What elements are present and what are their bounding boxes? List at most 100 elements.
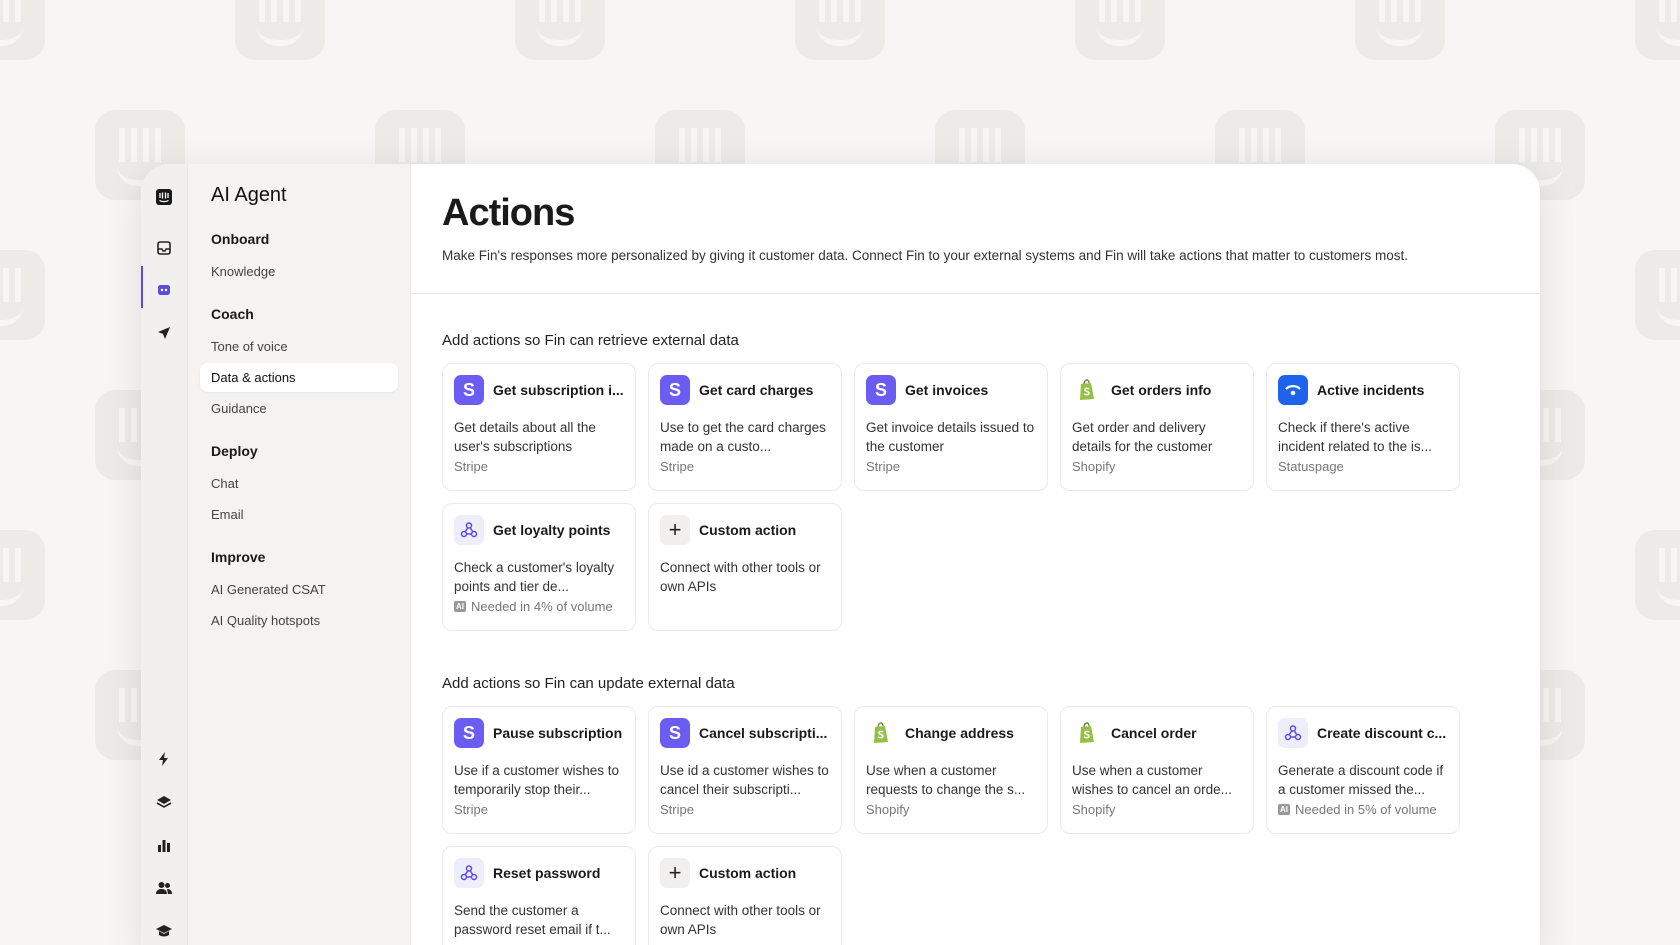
background-logo-tile — [1075, 0, 1165, 60]
background-logo-tile — [0, 0, 45, 60]
contacts-icon[interactable] — [151, 875, 177, 901]
action-card-header: S Get invoices — [866, 375, 1036, 405]
action-description: Use if a customer wishes to temporarily … — [454, 763, 620, 797]
outbound-send-icon[interactable] — [151, 320, 177, 346]
action-card[interactable]: S Cancel subscripti... Use id a customer w… — [648, 706, 842, 834]
action-description: Use when a customer requests to change t… — [866, 763, 1026, 797]
shopify-icon — [1072, 718, 1102, 748]
plus-icon: + — [660, 858, 690, 888]
action-source: AI Needed in 4% of volume — [454, 599, 624, 614]
action-description: Use to get the card charges made on a cu… — [660, 420, 826, 454]
webhook-icon — [1278, 718, 1308, 748]
action-card-header: Cancel order — [1072, 718, 1242, 748]
action-card-header: Change address — [866, 718, 1036, 748]
action-card[interactable]: Create discount c... Generate a discount … — [1266, 706, 1460, 834]
nav-item-ai-quality-hotspots[interactable]: AI Quality hotspots — [200, 606, 398, 635]
action-name: Get invoices — [905, 382, 989, 398]
action-description: Use when a customer wishes to cancel an … — [1072, 763, 1232, 797]
nav-section-heading[interactable]: Improve — [200, 545, 398, 569]
action-description: Get invoice details issued to the custom… — [866, 420, 1035, 454]
action-card-header: + Custom action — [660, 858, 830, 888]
action-name: Custom action — [699, 522, 797, 538]
app-title: AI Agent — [211, 184, 287, 206]
action-card[interactable]: Cancel order Use when a customer wishes t… — [1060, 706, 1254, 834]
stripe-icon: S — [454, 718, 484, 748]
action-card-header: S Pause subscription — [454, 718, 624, 748]
reports-chart-icon[interactable] — [151, 832, 177, 858]
nav-section-heading[interactable]: Coach — [200, 302, 398, 326]
nav-item-ai-generated-csat[interactable]: AI Generated CSAT — [200, 575, 398, 604]
action-card[interactable]: S Get card charges Use to get the card cha… — [648, 363, 842, 491]
action-card[interactable]: S Pause subscription Use if a customer wis… — [442, 706, 636, 834]
action-card[interactable]: S Get invoices Get invoice details issued … — [854, 363, 1048, 491]
action-description: Connect with other tools or own APIs — [660, 560, 821, 594]
action-name: Reset password — [493, 865, 601, 881]
action-source: Stripe — [454, 459, 624, 474]
action-card[interactable]: Get orders info Get order and delivery de… — [1060, 363, 1254, 491]
action-source-label: Shopify — [1072, 802, 1116, 817]
action-card[interactable]: + Custom action Connect with other tools o… — [648, 846, 842, 945]
action-source-label: Stripe — [660, 802, 694, 817]
nav-section-improve: Improve AI Generated CSAT AI Quality hotsp… — [200, 545, 398, 635]
nav-item-knowledge[interactable]: Knowledge — [200, 257, 398, 286]
webhook-icon — [454, 515, 484, 545]
stripe-icon: S — [454, 375, 484, 405]
nav-item-data-actions[interactable]: Data & actions — [200, 363, 398, 392]
action-card[interactable]: S Get subscription i... Get details about … — [442, 363, 636, 491]
nav-section-heading[interactable]: Onboard — [200, 227, 398, 251]
app-window: AI Agent Onboard Knowledge Coach Tone of vo… — [141, 164, 1540, 945]
action-name: Get orders info — [1111, 382, 1212, 398]
inbox-icon[interactable] — [151, 235, 177, 261]
action-card[interactable]: + Custom action Connect with other tools o… — [648, 503, 842, 631]
stripe-icon: S — [660, 718, 690, 748]
page-description: Make Fin's responses more personalized b… — [442, 248, 1408, 263]
lightning-icon[interactable] — [151, 746, 177, 772]
action-name: Change address — [905, 725, 1014, 741]
action-card[interactable]: Active incidents Check if there's active … — [1266, 363, 1460, 491]
plus-icon: + — [660, 515, 690, 545]
action-description: Check if there's active incident related… — [1278, 420, 1432, 454]
section-title: Add actions so Fin can retrieve external… — [442, 332, 739, 349]
background-logo-tile — [1635, 0, 1680, 60]
nav-item-guidance[interactable]: Guidance — [200, 394, 398, 423]
update-actions-grid: S Pause subscription Use if a customer wis… — [442, 706, 1509, 945]
action-card[interactable]: Change address Use when a customer reques… — [854, 706, 1048, 834]
action-card-header: Get orders info — [1072, 375, 1242, 405]
background-logo-tile — [515, 0, 605, 60]
action-source: Statuspage — [1278, 459, 1448, 474]
action-source: Stripe — [660, 459, 830, 474]
action-card-header: Reset password — [454, 858, 624, 888]
action-card-header: S Cancel subscripti... — [660, 718, 830, 748]
action-source: Shopify — [1072, 802, 1242, 817]
icon-rail — [141, 164, 188, 945]
action-card[interactable]: Reset password Send the customer a passwo… — [442, 846, 636, 945]
intercom-logo-icon[interactable] — [151, 184, 177, 210]
action-source-label: Needed in 5% of volume — [1295, 802, 1437, 817]
action-source: Stripe — [660, 802, 830, 817]
action-description: Generate a discount code if a customer m… — [1278, 763, 1444, 797]
nav-item-chat[interactable]: Chat — [200, 469, 398, 498]
action-source-label: Shopify — [1072, 459, 1116, 474]
action-description: Send the customer a password reset email… — [454, 903, 611, 937]
nav-section-deploy: Deploy Chat Email — [200, 439, 398, 529]
nav-section-onboard: Onboard Knowledge — [200, 227, 398, 286]
ai-agent-icon[interactable] — [151, 277, 177, 303]
statuspage-icon — [1278, 375, 1308, 405]
nav-item-tone-of-voice[interactable]: Tone of voice — [200, 332, 398, 361]
nav-section-heading[interactable]: Deploy — [200, 439, 398, 463]
main-content: Actions Make Fin's responses more person… — [411, 164, 1540, 945]
academy-icon[interactable] — [151, 918, 177, 944]
action-source: Stripe — [866, 459, 1036, 474]
nav-item-email[interactable]: Email — [200, 500, 398, 529]
action-description: Get details about all the user's subscri… — [454, 420, 596, 454]
page-title: Actions — [442, 192, 575, 234]
layers-icon[interactable] — [151, 789, 177, 815]
background-logo-tile — [0, 530, 45, 620]
action-card[interactable]: Get loyalty points Check a customer's loy… — [442, 503, 636, 631]
action-source-label: Stripe — [454, 802, 488, 817]
action-name: Active incidents — [1317, 382, 1425, 398]
ai-badge: AI — [1278, 804, 1290, 815]
background-logo-tile — [1355, 0, 1445, 60]
shopify-icon — [1072, 375, 1102, 405]
action-source-label: Stripe — [866, 459, 900, 474]
